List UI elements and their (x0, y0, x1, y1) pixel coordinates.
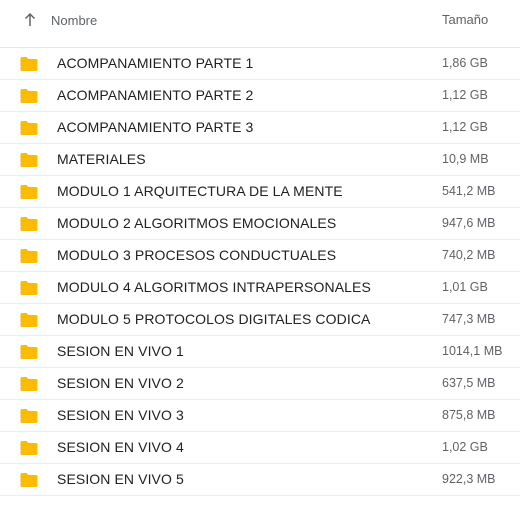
folder-name: SESION EN VIVO 3 (57, 407, 184, 423)
folder-name: SESION EN VIVO 5 (57, 471, 184, 487)
folder-icon (19, 408, 39, 424)
folder-size: 1,12 GB (442, 88, 488, 102)
folder-icon (19, 248, 39, 264)
folder-row[interactable]: MODULO 4 ALGORITMOS INTRAPERSONALES 1,01 … (0, 272, 520, 304)
folder-size: 10,9 MB (442, 152, 489, 166)
folder-row[interactable]: SESION EN VIVO 4 1,02 GB (0, 432, 520, 464)
folder-row[interactable]: SESION EN VIVO 3 875,8 MB (0, 400, 520, 432)
folder-icon (19, 440, 39, 456)
folder-name: MATERIALES (57, 151, 146, 167)
folder-name: MODULO 5 PROTOCOLOS DIGITALES CODICA (57, 311, 371, 327)
folder-row[interactable]: ACOMPANAMIENTO PARTE 2 1,12 GB (0, 80, 520, 112)
folder-name: ACOMPANAMIENTO PARTE 1 (57, 55, 254, 71)
folder-row[interactable]: MODULO 5 PROTOCOLOS DIGITALES CODICA 747,… (0, 304, 520, 336)
folder-icon (19, 56, 39, 72)
folder-icon (19, 312, 39, 328)
folder-name: MODULO 4 ALGORITMOS INTRAPERSONALES (57, 279, 371, 295)
folder-icon (19, 216, 39, 232)
folder-row[interactable]: MODULO 2 ALGORITMOS EMOCIONALES 947,6 MB (0, 208, 520, 240)
folder-size: 875,8 MB (442, 408, 496, 422)
folder-size: 1,02 GB (442, 440, 488, 454)
folder-size: 1014,1 MB (442, 344, 503, 358)
folder-size: 922,3 MB (442, 472, 496, 486)
list-header: Nombre Tamaño (0, 0, 520, 48)
folder-size: 747,3 MB (442, 312, 496, 326)
folder-name: SESION EN VIVO 1 (57, 343, 184, 359)
folder-name: SESION EN VIVO 4 (57, 439, 184, 455)
column-header-size[interactable]: Tamaño (442, 12, 488, 27)
folder-size: 637,5 MB (442, 376, 496, 390)
folder-name: MODULO 1 ARQUITECTURA DE LA MENTE (57, 183, 343, 199)
folder-row[interactable]: SESION EN VIVO 2 637,5 MB (0, 368, 520, 400)
folder-row[interactable]: SESION EN VIVO 5 922,3 MB (0, 464, 520, 496)
arrow-up-icon[interactable] (22, 11, 38, 29)
folder-row[interactable]: MODULO 3 PROCESOS CONDUCTUALES 740,2 MB (0, 240, 520, 272)
folder-icon (19, 376, 39, 392)
folder-icon (19, 280, 39, 296)
folder-icon (19, 88, 39, 104)
folder-size: 1,12 GB (442, 120, 488, 134)
folder-icon (19, 344, 39, 360)
folder-size: 947,6 MB (442, 216, 496, 230)
folder-icon (19, 120, 39, 136)
folder-size: 541,2 MB (442, 184, 496, 198)
folder-row[interactable]: ACOMPANAMIENTO PARTE 1 1,86 GB (0, 48, 520, 80)
column-header-name[interactable]: Nombre (51, 13, 97, 28)
folder-icon (19, 184, 39, 200)
file-list: ACOMPANAMIENTO PARTE 1 1,86 GB ACOMPANAMIE… (0, 48, 520, 496)
folder-size: 1,86 GB (442, 56, 488, 70)
folder-size: 740,2 MB (442, 248, 496, 262)
folder-name: MODULO 2 ALGORITMOS EMOCIONALES (57, 215, 337, 231)
folder-icon (19, 152, 39, 168)
folder-row[interactable]: ACOMPANAMIENTO PARTE 3 1,12 GB (0, 112, 520, 144)
folder-row[interactable]: SESION EN VIVO 1 1014,1 MB (0, 336, 520, 368)
folder-name: MODULO 3 PROCESOS CONDUCTUALES (57, 247, 337, 263)
folder-row[interactable]: MODULO 1 ARQUITECTURA DE LA MENTE 541,2 M… (0, 176, 520, 208)
folder-name: SESION EN VIVO 2 (57, 375, 184, 391)
folder-name: ACOMPANAMIENTO PARTE 3 (57, 119, 254, 135)
folder-name: ACOMPANAMIENTO PARTE 2 (57, 87, 254, 103)
folder-icon (19, 472, 39, 488)
folder-size: 1,01 GB (442, 280, 488, 294)
folder-row[interactable]: MATERIALES 10,9 MB (0, 144, 520, 176)
